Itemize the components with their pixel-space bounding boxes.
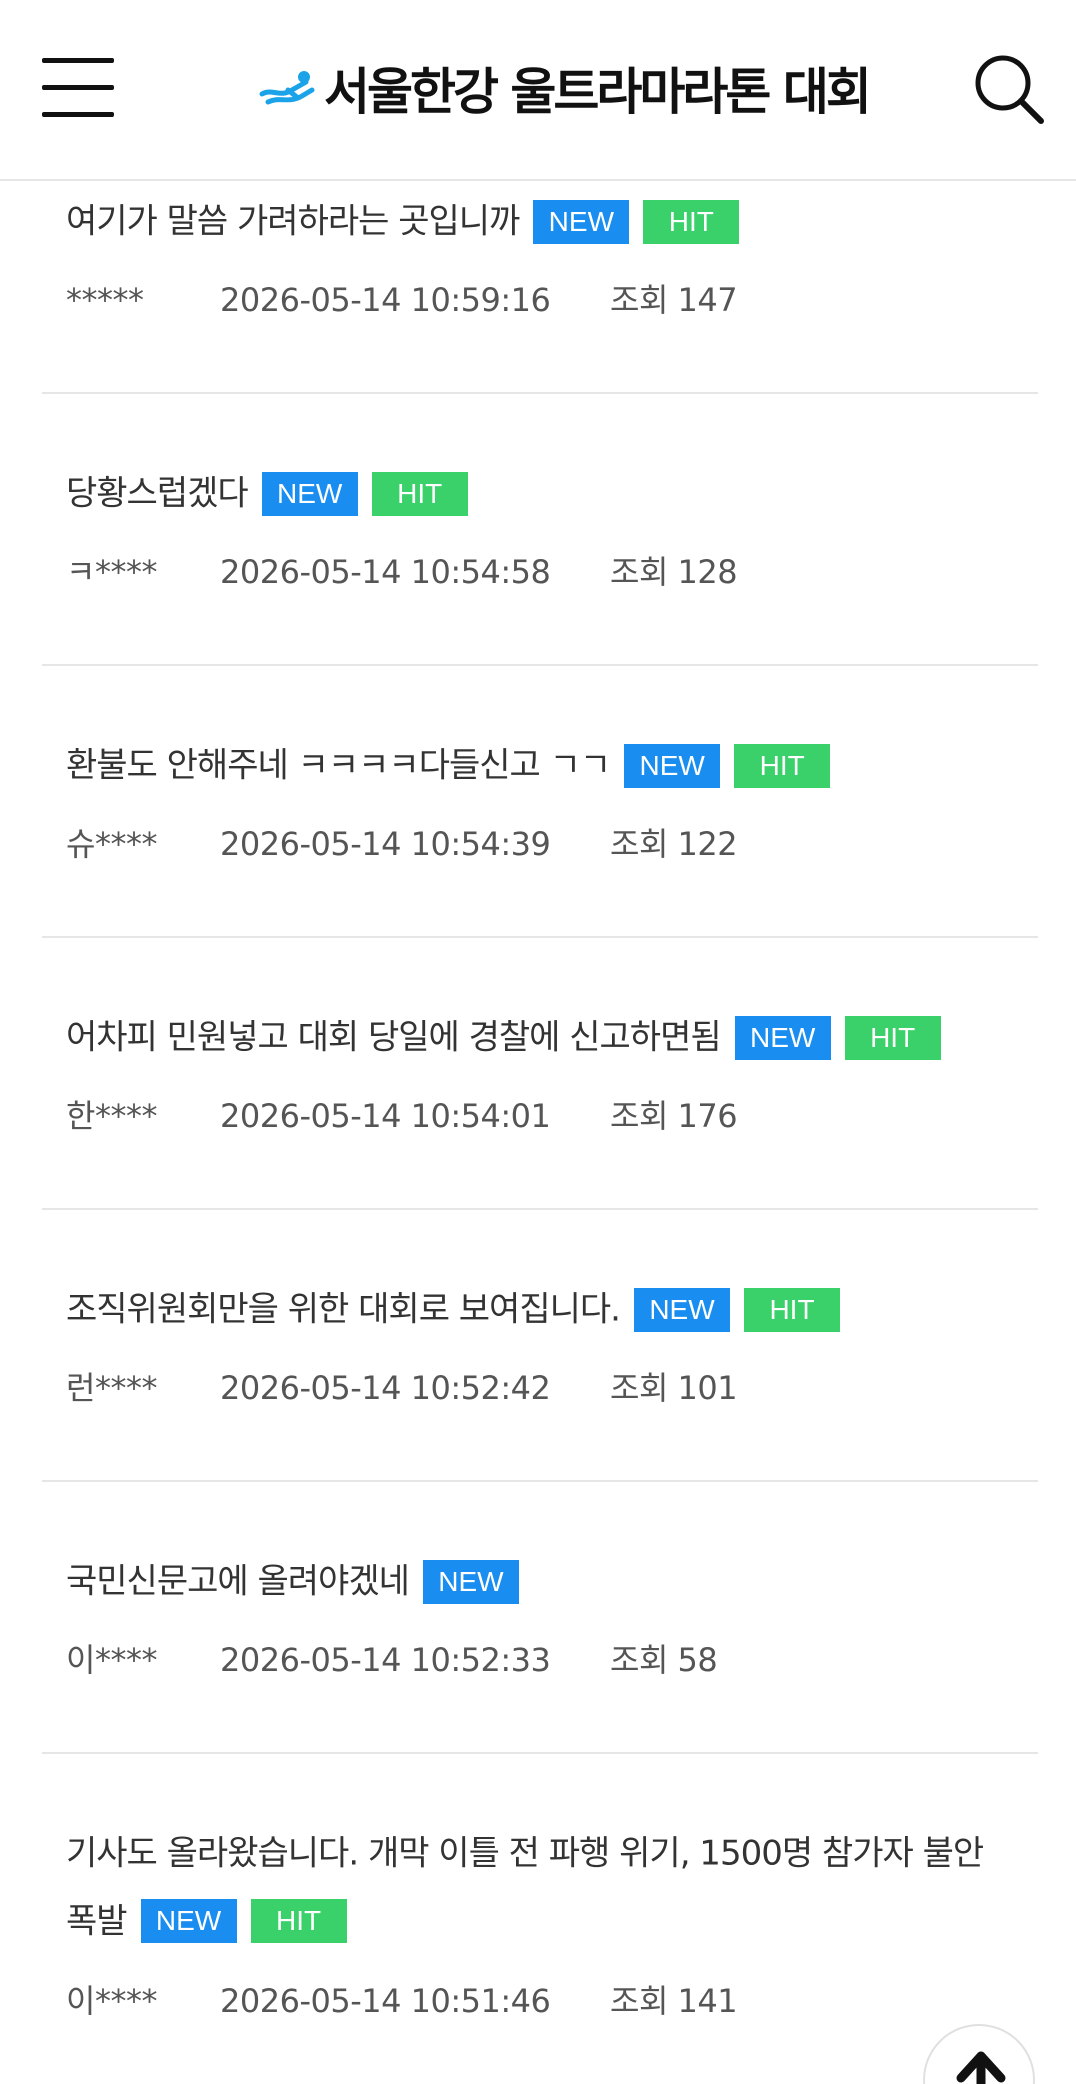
post-views: 조회 122 [610,825,738,863]
site-title: 서울한강 울트라마라톤 대회 [324,63,872,121]
post-title[interactable]: 조직위원회만을 위한 대회로 보여집니다. [66,1290,621,1330]
post-title[interactable]: 환불도 안해주네 ㅋㅋㅋㅋ다들신고 ㄱㄱ [66,746,611,786]
post-title-line[interactable]: 당황스럽겠다 NEW HIT [66,459,1018,527]
search-icon [975,55,1044,124]
post-meta: 런**** 2026-05-14 10:52:42 조회 101 [66,1363,738,1409]
new-badge: NEW [734,1015,831,1060]
post-meta: 한**** 2026-05-14 10:54:01 조회 176 [66,1091,738,1137]
list-item[interactable]: 국민신문고에 올려야겠네 NEW 이**** 2026-05-14 10:52:33… [42,1482,1038,1754]
post-meta: 이**** 2026-05-14 10:51:46 조회 141 [66,1976,738,2022]
post-date: 2026-05-14 10:51:46 [220,1982,551,2020]
site-header: 서울한강 울트라마라톤 대회 [0,0,1076,181]
hit-badge: HIT [643,199,740,244]
post-date: 2026-05-14 10:52:33 [220,1641,551,1679]
post-title-line[interactable]: 여기가 말씀 가려하라는 곳입니까 NEW HIT [66,187,1018,255]
list-item[interactable]: 당황스럽겠다 NEW HIT ㅋ**** 2026-05-14 10:54:58 조회 … [42,394,1038,666]
hit-badge: HIT [734,743,831,788]
post-author: 런**** [66,1369,157,1407]
post-views: 조회 141 [610,1982,738,2020]
new-badge: NEW [422,1559,519,1604]
arrow-up-icon [956,2051,1006,2084]
post-meta: 슈**** 2026-05-14 10:54:39 조회 122 [66,819,738,865]
new-badge: NEW [624,743,721,788]
list-item[interactable]: 환불도 안해주네 ㅋㅋㅋㅋ다들신고 ㄱㄱ NEW HIT 슈**** 2026-05-… [42,666,1038,938]
list-item[interactable]: 기사도 올라왔습니다. 개막 이틀 전 파행 위기, 1500명 참가자 불안 … [42,1754,1038,2084]
post-title-line[interactable]: 국민신문고에 올려야겠네 NEW [66,1547,1018,1615]
post-title[interactable]: 당황스럽겠다 [66,474,249,514]
post-title[interactable]: 여기가 말씀 가려하라는 곳입니까 [66,202,520,242]
post-author: ㅋ**** [66,553,157,591]
new-badge: NEW [261,471,358,516]
runner-logo-icon [259,71,315,105]
scroll-top-button[interactable] [923,2024,1035,2084]
post-title-line[interactable]: 기사도 올라왔습니다. 개막 이틀 전 파행 위기, 1500명 참가자 불안 … [66,1819,1018,1954]
site-logo[interactable]: 서울한강 울트라마라톤 대회 [258,52,872,124]
post-views: 조회 147 [610,281,738,319]
post-views: 조회 128 [610,553,738,591]
new-badge: NEW [533,199,630,244]
post-author: 한**** [66,1097,157,1135]
post-date: 2026-05-14 10:52:42 [220,1369,551,1407]
post-date: 2026-05-14 10:54:01 [220,1097,551,1135]
menu-bar [42,85,114,90]
post-author: 이**** [66,1641,157,1679]
hit-badge: HIT [250,1899,347,1943]
post-views: 조회 101 [610,1369,738,1407]
hamburger-menu-button[interactable] [42,58,114,118]
post-title-line[interactable]: 환불도 안해주네 ㅋㅋㅋㅋ다들신고 ㄱㄱ NEW HIT [66,731,1018,799]
post-author: 슈**** [66,825,157,863]
post-views: 조회 58 [610,1641,718,1679]
list-item[interactable]: 어차피 민원넣고 대회 당일에 경찰에 신고하면됨 NEW HIT 한**** 202… [42,938,1038,1210]
post-meta: ㅋ**** 2026-05-14 10:54:58 조회 128 [66,547,738,593]
post-date: 2026-05-14 10:59:16 [220,281,551,319]
hit-badge: HIT [744,1287,840,1332]
post-date: 2026-05-14 10:54:58 [220,553,551,591]
post-date: 2026-05-14 10:54:39 [220,825,551,863]
list-item[interactable]: 조직위원회만을 위한 대회로 보여집니다. NEW HIT 런**** 2026-05… [42,1210,1038,1482]
post-title[interactable]: 국민신문고에 올려야겠네 [66,1562,410,1602]
post-meta: ***** 2026-05-14 10:59:16 조회 147 [66,275,738,321]
post-author: 이**** [66,1982,157,2020]
hit-badge: HIT [844,1015,941,1060]
list-item[interactable]: 여기가 말씀 가려하라는 곳입니까 NEW HIT ***** 2026-05-14 … [42,181,1038,394]
post-title-line[interactable]: 조직위원회만을 위한 대회로 보여집니다. NEW HIT [66,1275,1018,1343]
hit-badge: HIT [371,471,468,516]
post-author: ***** [66,281,144,319]
post-title[interactable]: 어차피 민원넣고 대회 당일에 경찰에 신고하면됨 [66,1018,722,1058]
search-button[interactable] [972,52,1046,126]
post-title-line[interactable]: 어차피 민원넣고 대회 당일에 경찰에 신고하면됨 NEW HIT [66,1003,1018,1071]
new-badge: NEW [634,1287,730,1332]
menu-bar [42,58,114,63]
new-badge: NEW [140,1899,237,1943]
post-meta: 이**** 2026-05-14 10:52:33 조회 58 [66,1635,718,1681]
menu-bar [42,112,114,117]
post-views: 조회 176 [610,1097,738,1135]
